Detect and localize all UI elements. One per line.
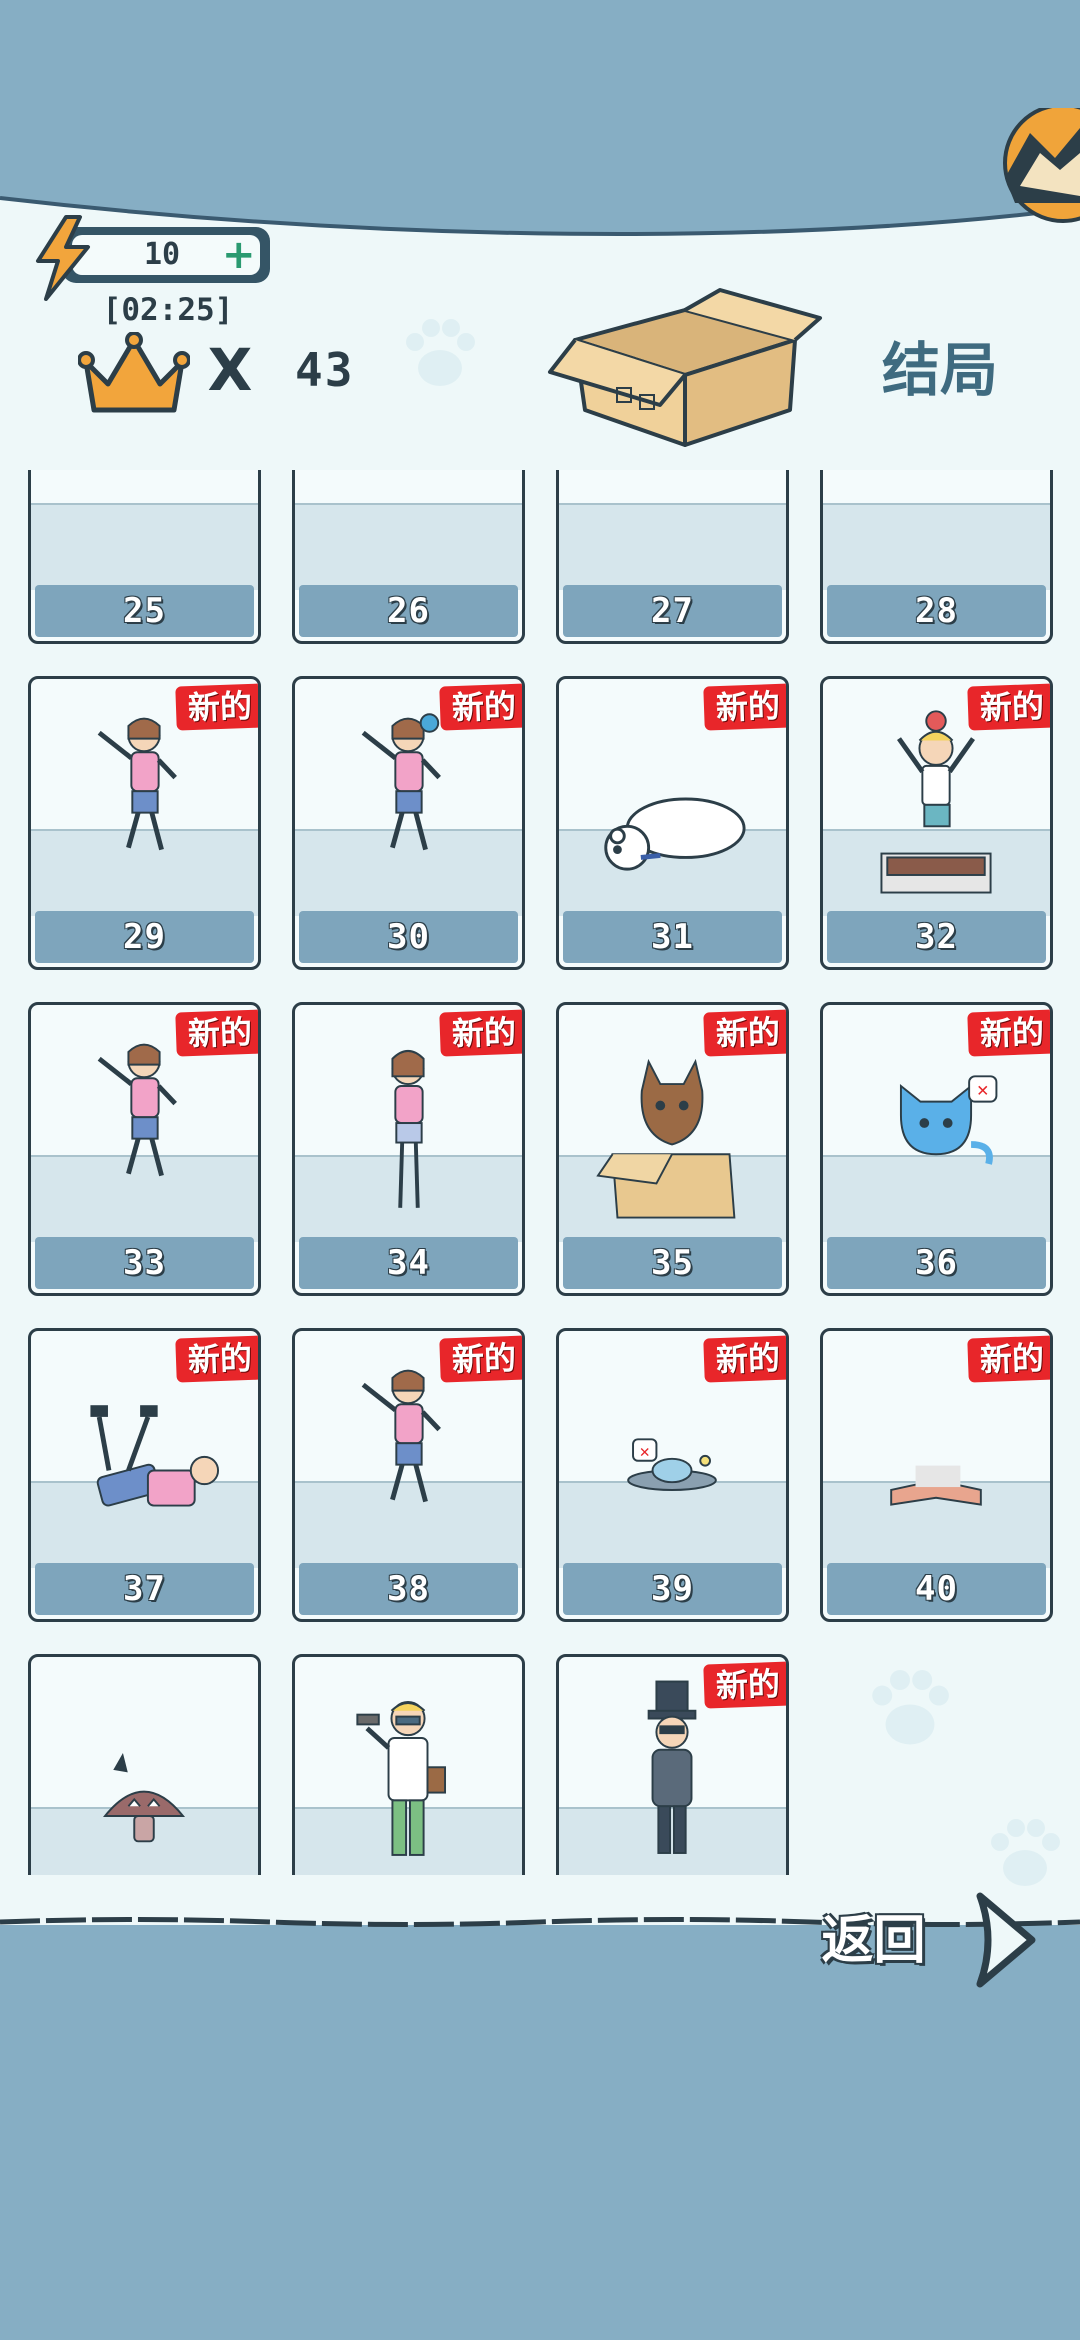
- multiply-symbol: X: [207, 336, 253, 404]
- svg-text:✕: ✕: [976, 1082, 989, 1100]
- ending-illustration-mushroom: [103, 1752, 186, 1843]
- energy-timer: [02:25]: [102, 292, 234, 328]
- new-badge: 新的: [439, 1335, 522, 1383]
- ending-number: 39: [563, 1563, 782, 1615]
- new-badge: 新的: [703, 1335, 786, 1383]
- ending-card[interactable]: ✕ 39 新的: [556, 1328, 789, 1622]
- add-energy-button[interactable]: +: [222, 235, 256, 275]
- ending-card[interactable]: ✕ 36 新的: [820, 1002, 1053, 1296]
- new-badge: 新的: [703, 1009, 786, 1057]
- ending-number: 34: [299, 1237, 518, 1289]
- corner-cat-badge-icon[interactable]: [985, 108, 1080, 223]
- new-badge: 新的: [175, 683, 258, 731]
- ending-card[interactable]: 38 新的: [292, 1328, 525, 1622]
- ending-card[interactable]: 42: [292, 1654, 525, 1875]
- new-badge: 新的: [967, 1335, 1050, 1383]
- ending-card[interactable]: 35 新的: [556, 1002, 789, 1296]
- ending-number: 29: [35, 911, 254, 963]
- ending-number: 33: [35, 1237, 254, 1289]
- cardboard-box-icon: [548, 288, 822, 447]
- ending-number: 30: [299, 911, 518, 963]
- ending-card[interactable]: 25: [28, 470, 261, 644]
- ending-number: 27: [563, 585, 782, 637]
- ending-number: 40: [827, 1563, 1046, 1615]
- ending-card[interactable]: 27: [556, 470, 789, 644]
- ending-number: 28: [827, 585, 1046, 637]
- paw-print-decoration: [406, 319, 475, 386]
- ending-card[interactable]: 32 新的: [820, 676, 1053, 970]
- card-floor: [823, 503, 1050, 590]
- card-floor: [559, 503, 786, 590]
- ending-card[interactable]: 29 新的: [28, 676, 261, 970]
- ending-number: 26: [299, 585, 518, 637]
- crown-icon: [78, 332, 190, 413]
- new-badge: 新的: [967, 1009, 1050, 1057]
- ending-grid-viewport[interactable]: 25 26 27 28 29 新的 30 新的 31 新的 32 新的 33 新的 34 新的 35 新的 ✕ 36 新…: [0, 470, 1080, 1875]
- ending-card[interactable]: 40 新的: [820, 1328, 1053, 1622]
- new-badge: 新的: [703, 683, 786, 731]
- card-floor: [31, 503, 258, 590]
- ending-number: 38: [299, 1563, 518, 1615]
- ending-card[interactable]: 26: [292, 470, 525, 644]
- ending-number: 25: [35, 585, 254, 637]
- energy-value: 10: [143, 237, 181, 272]
- ending-illustration-doctor: [356, 1701, 447, 1856]
- svg-text:✕: ✕: [639, 1445, 650, 1461]
- new-badge: 新的: [175, 1009, 258, 1057]
- ending-number: 36: [827, 1237, 1046, 1289]
- new-badge: 新的: [175, 1335, 258, 1383]
- ending-number: 32: [827, 911, 1046, 963]
- ending-card[interactable]: 34 新的: [292, 1002, 525, 1296]
- ending-card[interactable]: 31 新的: [556, 676, 789, 970]
- ending-card[interactable]: 43新的: [556, 1654, 789, 1875]
- ending-card[interactable]: 28: [820, 470, 1053, 644]
- new-badge: 新的: [967, 683, 1050, 731]
- ending-title: 结局: [881, 336, 998, 404]
- ending-number: 35: [563, 1237, 782, 1289]
- return-arrow-icon[interactable]: [972, 1890, 1040, 1990]
- card-floor: [295, 503, 522, 590]
- ending-number: 31: [563, 911, 782, 963]
- lightning-icon: [36, 215, 90, 301]
- ending-grid: 25 26 27 28 29 新的 30 新的 31 新的 32 新的 33 新的 34 新的 35 新的 ✕ 36 新…: [28, 470, 1053, 1875]
- ending-card[interactable]: 33 新的: [28, 1002, 261, 1296]
- crown-count: 43: [295, 343, 355, 397]
- new-badge: 新的: [703, 1661, 786, 1709]
- new-badge: 新的: [439, 1009, 522, 1057]
- ending-card[interactable]: 37 新的: [28, 1328, 261, 1622]
- ending-number: 37: [35, 1563, 254, 1615]
- return-button[interactable]: 返回: [806, 1908, 941, 1974]
- ending-card[interactable]: 41: [28, 1654, 261, 1875]
- ending-card[interactable]: 30 新的: [292, 676, 525, 970]
- new-badge: 新的: [439, 683, 522, 731]
